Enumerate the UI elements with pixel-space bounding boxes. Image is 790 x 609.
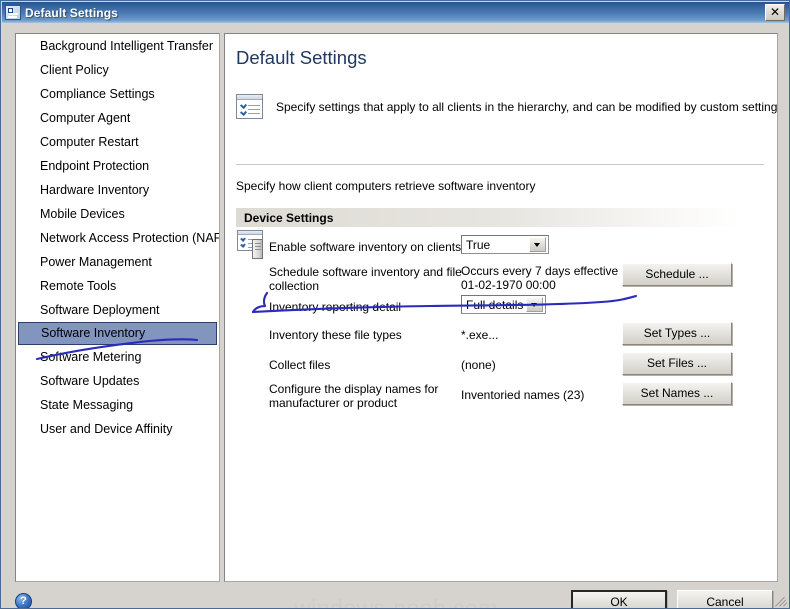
sidebar-item-compliance-settings[interactable]: Compliance Settings xyxy=(16,82,219,106)
row-reporting-detail-label: Inventory reporting detail xyxy=(269,300,402,314)
row-display-names-label-line2: manufacturer or product xyxy=(269,396,398,410)
sidebar-item-hardware-inventory[interactable]: Hardware Inventory xyxy=(16,178,219,202)
default-settings-dialog: Default Settings ✕ Background Intelligen… xyxy=(0,0,790,609)
row-display-names-label-line1: Configure the display names for xyxy=(269,382,439,396)
panel-description: Specify settings that apply to all clien… xyxy=(276,99,778,114)
dialog-client-area: Background Intelligent Transfer Client Po… xyxy=(2,23,789,609)
ok-button[interactable]: OK xyxy=(571,590,667,608)
sidebar-item-software-inventory[interactable]: Software Inventory xyxy=(18,322,217,345)
display-names-value: Inventoried names (23) xyxy=(461,388,585,402)
chevron-down-icon[interactable] xyxy=(526,297,543,312)
set-names-button[interactable]: Set Names ... xyxy=(622,382,732,405)
set-files-button[interactable]: Set Files ... xyxy=(622,352,732,375)
sidebar-item-network-access-protection-nap[interactable]: Network Access Protection (NAP) xyxy=(16,226,219,250)
set-types-button[interactable]: Set Types ... xyxy=(622,322,732,345)
schedule-button[interactable]: Schedule ... xyxy=(622,263,732,286)
cancel-button[interactable]: Cancel xyxy=(677,590,773,608)
chevron-down-icon[interactable] xyxy=(529,237,546,252)
reporting-detail-value: Full details xyxy=(466,297,524,312)
sidebar-item-software-updates[interactable]: Software Updates xyxy=(16,369,219,393)
sidebar-item-state-messaging[interactable]: State Messaging xyxy=(16,393,219,417)
row-enable-inventory-label: Enable software inventory on clients xyxy=(269,240,462,254)
settings-window-icon xyxy=(5,5,21,20)
resize-grip[interactable] xyxy=(774,593,788,607)
enable-inventory-combo[interactable]: True xyxy=(461,235,549,254)
device-monitor-icon xyxy=(237,230,267,260)
close-icon: ✕ xyxy=(769,5,781,19)
sidebar-item-power-management[interactable]: Power Management xyxy=(16,250,219,274)
sidebar-item-user-and-device-affinity[interactable]: User and Device Affinity xyxy=(16,417,219,441)
sidebar-item-computer-agent[interactable]: Computer Agent xyxy=(16,106,219,130)
settings-detail-panel: Default Settings Specify settings that a… xyxy=(224,33,778,582)
sidebar-item-client-policy[interactable]: Client Policy xyxy=(16,58,219,82)
collect-files-value: (none) xyxy=(461,358,496,372)
schedule-value-line1: Occurs every 7 days effective xyxy=(461,264,619,278)
row-schedule-label-line2: collection xyxy=(269,279,320,293)
sidebar-item-endpoint-protection[interactable]: Endpoint Protection xyxy=(16,154,219,178)
settings-category-list[interactable]: Background Intelligent Transfer Client Po… xyxy=(15,33,220,582)
file-types-value: *.exe... xyxy=(461,328,499,342)
page-title: Default Settings xyxy=(236,47,367,68)
sidebar-item-mobile-devices[interactable]: Mobile Devices xyxy=(16,202,219,226)
sidebar-item-remote-tools[interactable]: Remote Tools xyxy=(16,274,219,298)
window-title: Default Settings xyxy=(25,5,118,20)
schedule-value-line2: 01-02-1970 00:00 xyxy=(461,278,556,292)
device-settings-group-header: Device Settings xyxy=(236,208,739,227)
group-title: Device Settings xyxy=(244,210,334,225)
title-bar: Default Settings ✕ xyxy=(2,2,789,23)
sidebar-item-computer-restart[interactable]: Computer Restart xyxy=(16,130,219,154)
sidebar-item-background-intelligent-transfer[interactable]: Background Intelligent Transfer xyxy=(16,34,219,58)
sidebar-item-software-deployment[interactable]: Software Deployment xyxy=(16,298,219,322)
watermark-text: windows-noob.com xyxy=(294,595,498,609)
description-row: Specify settings that apply to all clien… xyxy=(236,94,778,119)
row-file-types-label: Inventory these file types xyxy=(269,328,402,342)
row-collect-files-label: Collect files xyxy=(269,358,331,372)
reporting-detail-combo[interactable]: Full details xyxy=(461,295,546,314)
enable-inventory-value: True xyxy=(466,237,491,252)
row-schedule-label-line1: Schedule software inventory and file xyxy=(269,265,462,279)
panel-subheading: Specify how client computers retrieve so… xyxy=(236,179,536,193)
checklist-icon xyxy=(236,94,263,119)
section-divider xyxy=(236,164,764,165)
sidebar-item-software-metering[interactable]: Software Metering xyxy=(16,345,219,369)
close-button[interactable]: ✕ xyxy=(765,4,785,21)
